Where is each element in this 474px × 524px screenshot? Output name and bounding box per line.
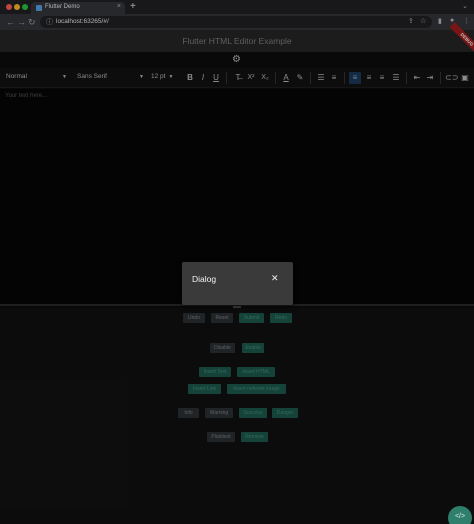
dialog: Dialog ✕ xyxy=(182,262,293,305)
code-view-fab[interactable]: </> xyxy=(448,506,472,524)
close-icon[interactable]: ✕ xyxy=(271,273,279,284)
dialog-title: Dialog xyxy=(192,274,217,284)
code-icon: </> xyxy=(454,513,466,520)
